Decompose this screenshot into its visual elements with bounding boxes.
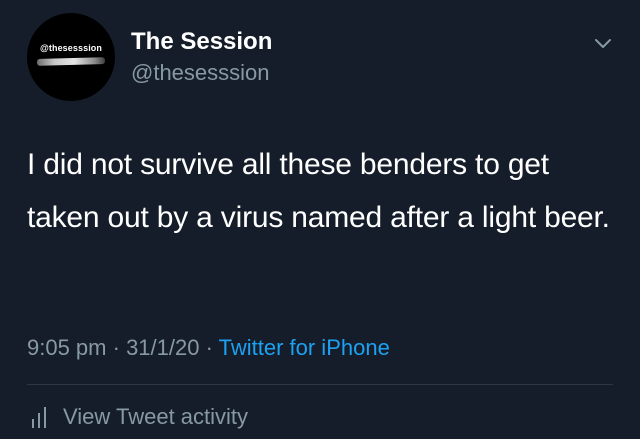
display-name[interactable]: The Session [131, 27, 272, 57]
view-activity-label: View Tweet activity [63, 404, 249, 429]
meta-separator: · [199, 335, 219, 360]
chevron-down-icon[interactable] [592, 33, 614, 55]
tweet-time: 9:05 pm [27, 335, 107, 360]
tweet-date: 31/1/20 [126, 335, 200, 360]
avatar[interactable]: @thesesssion [27, 13, 115, 101]
bar-chart-icon [32, 407, 46, 428]
tweet-meta: 9:05 pm · 31/1/20 · Twitter for iPhone [27, 333, 390, 363]
meta-separator: · [106, 335, 127, 360]
divider [27, 384, 613, 385]
avatar-label: @thesesssion [40, 43, 102, 53]
view-activity-button[interactable]: View Tweet activity [31, 402, 248, 432]
user-handle[interactable]: @thesesssion [131, 59, 270, 87]
avatar-brush-stroke [36, 57, 106, 66]
tweet-card: @thesesssion The Session @thesesssion I … [0, 0, 640, 439]
tweet-source-link[interactable]: Twitter for iPhone [219, 335, 390, 360]
tweet-text: I did not survive all these benders to g… [27, 148, 610, 234]
